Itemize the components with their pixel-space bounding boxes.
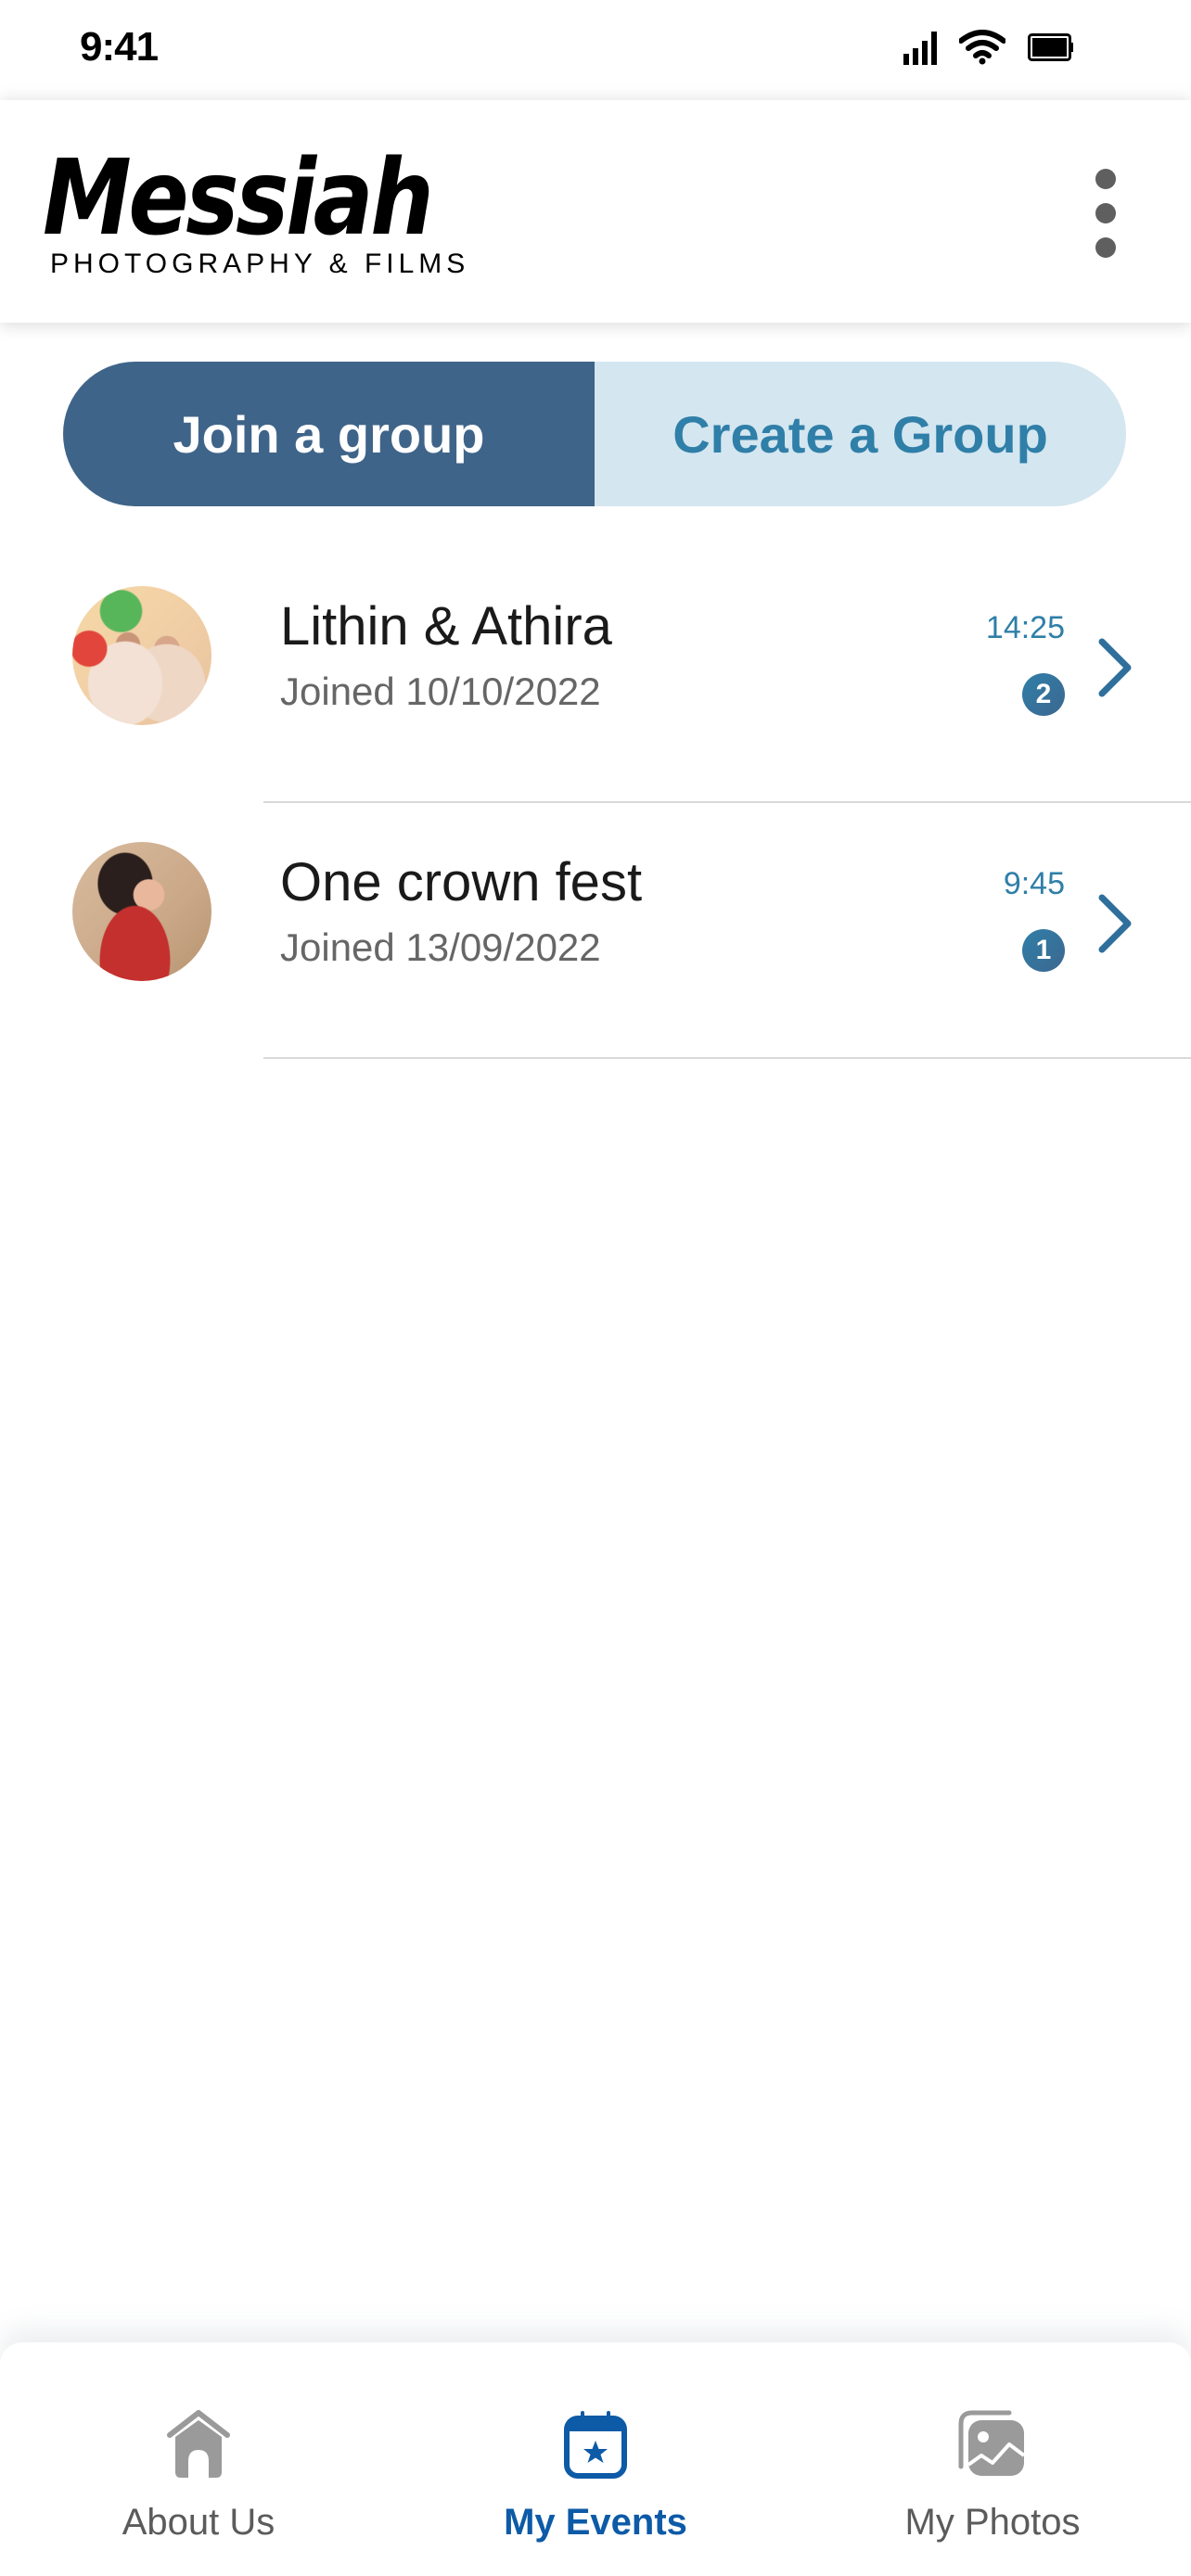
nav-my-events[interactable]: My Events bbox=[397, 2342, 794, 2576]
nav-label: My Events bbox=[504, 2502, 687, 2543]
wifi-icon bbox=[959, 30, 1005, 65]
status-bar: 9:41 bbox=[0, 0, 1191, 93]
nav-label: About Us bbox=[122, 2502, 275, 2543]
nav-label: My Photos bbox=[904, 2502, 1081, 2543]
chevron-right-icon bbox=[1098, 638, 1132, 697]
cellular-signal-icon bbox=[903, 30, 937, 65]
status-icons bbox=[903, 30, 1074, 65]
bottom-navigation: About Us My Events My Photos bbox=[0, 2342, 1191, 2576]
nav-my-photos[interactable]: My Photos bbox=[794, 2342, 1191, 2576]
more-vertical-icon-dot bbox=[1095, 237, 1116, 258]
group-last-activity-time: 14:25 bbox=[985, 610, 1065, 645]
group-title: Lithin & Athira bbox=[280, 596, 612, 657]
group-joined-date: Joined 10/10/2022 bbox=[280, 670, 601, 713]
group-last-activity-time: 9:45 bbox=[1003, 866, 1065, 901]
home-icon bbox=[161, 2407, 236, 2481]
group-list-item[interactable]: Lithin & Athira Joined 10/10/2022 14:25 … bbox=[0, 547, 1191, 803]
calendar-star-icon bbox=[558, 2407, 633, 2481]
chevron-right-icon bbox=[1098, 894, 1132, 953]
group-avatar bbox=[72, 842, 211, 981]
list-divider bbox=[263, 1057, 1191, 1059]
more-vertical-icon-dot bbox=[1095, 169, 1116, 189]
more-vertical-icon-dot bbox=[1095, 203, 1116, 223]
photo-gallery-icon bbox=[955, 2407, 1030, 2481]
status-time: 9:41 bbox=[80, 24, 159, 70]
create-group-tab[interactable]: Create a Group bbox=[595, 362, 1126, 506]
group-avatar bbox=[72, 586, 211, 725]
nav-about-us[interactable]: About Us bbox=[0, 2342, 397, 2576]
group-list: Lithin & Athira Joined 10/10/2022 14:25 … bbox=[0, 547, 1191, 1059]
brand-logo: Messiah PHOTOGRAPHY & FILMS bbox=[43, 138, 493, 280]
unread-count-badge: 1 bbox=[1022, 929, 1065, 972]
logo-wordmark: Messiah bbox=[43, 138, 434, 259]
group-list-item[interactable]: One crown fest Joined 13/09/2022 9:45 1 bbox=[0, 803, 1191, 1059]
join-group-tab[interactable]: Join a group bbox=[63, 362, 595, 506]
unread-count-badge: 2 bbox=[1022, 673, 1065, 716]
group-segmented-control: Join a group Create a Group bbox=[63, 362, 1126, 506]
battery-icon bbox=[1028, 33, 1073, 61]
more-options-button[interactable] bbox=[1085, 169, 1126, 258]
group-title: One crown fest bbox=[280, 852, 643, 912]
group-joined-date: Joined 13/09/2022 bbox=[280, 925, 601, 969]
app-header: Messiah PHOTOGRAPHY & FILMS bbox=[0, 100, 1191, 323]
